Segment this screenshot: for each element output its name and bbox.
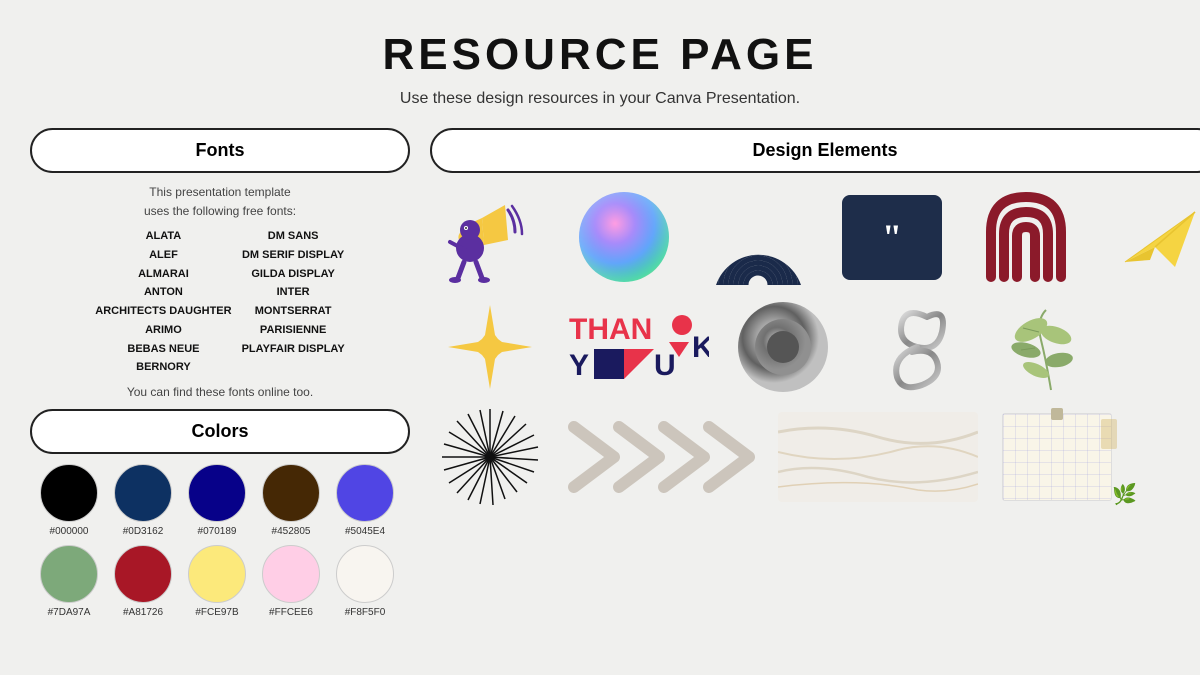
elements-row-1: " bbox=[430, 187, 1200, 287]
thankyou-svg: THAN K Y U bbox=[564, 297, 709, 397]
color-item-white: #F8F5F0 bbox=[336, 545, 394, 618]
color-swatch-green bbox=[40, 545, 98, 603]
arch-svg bbox=[986, 192, 1066, 282]
megaphone-svg bbox=[440, 190, 540, 285]
notepad-tape bbox=[1101, 419, 1117, 449]
notepad-leaf-deco: 🌿 bbox=[1112, 482, 1137, 507]
color-item-pink: #FFCEE6 bbox=[262, 545, 320, 618]
silver-figure-element bbox=[857, 297, 977, 397]
colors-row-2: #7DA97A #A81726 #FCE97B #FFCEE6 #F8F5F0 bbox=[30, 545, 410, 618]
arrows-svg bbox=[564, 412, 764, 502]
svg-text:THAN: THAN bbox=[569, 313, 652, 346]
color-swatch-pink bbox=[262, 545, 320, 603]
right-panel: Design Elements bbox=[430, 128, 1200, 618]
color-swatch-darkblue bbox=[188, 464, 246, 522]
colors-row-1: #000000 #0D3162 #070189 #452805 #5045E4 bbox=[30, 464, 410, 537]
elements-grid: " bbox=[430, 187, 1200, 507]
colors-grid: #000000 #0D3162 #070189 #452805 #5045E4 bbox=[30, 464, 410, 618]
leaf-decoration-element bbox=[991, 297, 1111, 397]
quote-box: " bbox=[842, 195, 942, 280]
holo-sphere bbox=[579, 192, 669, 282]
megaphone-character bbox=[430, 187, 550, 287]
elements-row-2: THAN K Y U bbox=[430, 297, 1200, 397]
starburst-svg bbox=[440, 297, 540, 397]
page-header: RESOURCE PAGE Use these design resources… bbox=[0, 0, 1200, 108]
left-panel: Fonts This presentation template uses th… bbox=[30, 128, 410, 618]
notepad bbox=[1002, 413, 1112, 501]
quote-mark: " bbox=[882, 216, 902, 258]
color-item-darkblue: #070189 bbox=[188, 464, 246, 537]
color-item-black: #000000 bbox=[40, 464, 98, 537]
colors-box: Colors bbox=[30, 409, 410, 454]
svg-text:K: K bbox=[692, 331, 709, 364]
color-item-purple: #5045E4 bbox=[336, 464, 394, 537]
svg-text:Y: Y bbox=[569, 349, 589, 382]
striped-arc-element bbox=[698, 187, 818, 287]
main-content: Fonts This presentation template uses th… bbox=[0, 108, 1200, 618]
color-item-brown: #452805 bbox=[262, 464, 320, 537]
thankyou-element: THAN K Y U bbox=[564, 297, 709, 397]
sunburst-element bbox=[430, 407, 550, 507]
color-item-navy: #0D3162 bbox=[114, 464, 172, 537]
color-swatch-navy bbox=[114, 464, 172, 522]
starburst-element bbox=[430, 297, 550, 397]
quote-box-element: " bbox=[832, 187, 952, 287]
paper-plane-element bbox=[1100, 187, 1200, 287]
color-swatch-black bbox=[40, 464, 98, 522]
color-swatch-white bbox=[336, 545, 394, 603]
notepad-clip bbox=[1051, 408, 1063, 420]
notepad-grid bbox=[1003, 414, 1111, 500]
color-swatch-brown bbox=[262, 464, 320, 522]
page-subtitle: Use these design resources in your Canva… bbox=[0, 90, 1200, 108]
color-item-yellow: #FCE97B bbox=[188, 545, 246, 618]
leaf-svg bbox=[1001, 300, 1101, 395]
page-title: RESOURCE PAGE bbox=[0, 30, 1200, 80]
sunburst-svg bbox=[440, 407, 540, 507]
fonts-list: ALATAALEFALMARAIANTONARCHITECTS DAUGHTER… bbox=[30, 227, 410, 377]
marble-svg bbox=[778, 412, 978, 502]
color-item-red: #A81726 bbox=[114, 545, 172, 618]
fonts-col-1: ALATAALEFALMARAIANTONARCHITECTS DAUGHTER… bbox=[95, 227, 231, 377]
chrome-ring-svg bbox=[736, 300, 831, 395]
color-item-green: #7DA97A bbox=[40, 545, 98, 618]
paper-plane-svg bbox=[1120, 202, 1200, 272]
color-swatch-purple bbox=[336, 464, 394, 522]
fonts-find: You can find these fonts online too. bbox=[30, 385, 410, 399]
elements-row-3: 🌿 bbox=[430, 407, 1200, 507]
silver-figure-svg bbox=[867, 297, 967, 397]
holo-sphere-element bbox=[564, 187, 684, 287]
color-swatch-red bbox=[114, 545, 172, 603]
chrome-ring-element bbox=[723, 297, 843, 397]
marble-element bbox=[778, 407, 978, 507]
color-swatch-yellow bbox=[188, 545, 246, 603]
arch-element bbox=[966, 187, 1086, 287]
notepad-element: 🌿 bbox=[992, 407, 1122, 507]
design-elements-box: Design Elements bbox=[430, 128, 1200, 173]
fonts-description: This presentation template uses the foll… bbox=[30, 183, 410, 221]
fonts-box: Fonts bbox=[30, 128, 410, 173]
fonts-col-2: DM SANSDM SERIF DISPLAYGILDA DISPLAYINTE… bbox=[242, 227, 345, 377]
striped-arc-svg bbox=[711, 190, 806, 285]
arrows-element bbox=[564, 407, 764, 507]
svg-text:U: U bbox=[654, 349, 676, 382]
